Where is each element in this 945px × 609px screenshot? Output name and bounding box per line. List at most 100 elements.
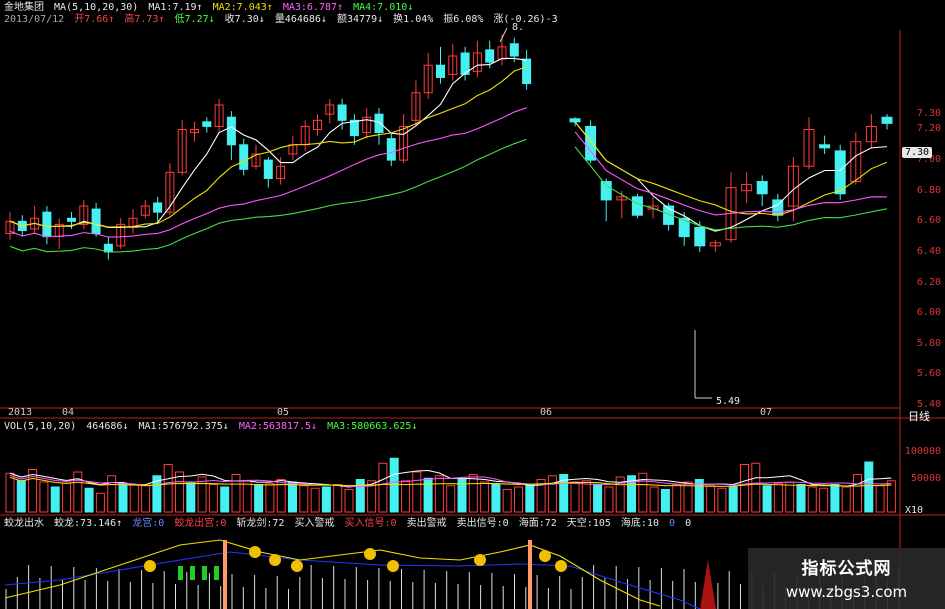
buy-signal-value: 买入信号:0: [344, 518, 397, 529]
volume-bar: [593, 484, 603, 513]
indicator-blue-line: [4, 551, 701, 609]
current-price-tag: 7.30: [902, 147, 933, 158]
volume-bar: [864, 461, 874, 513]
left-candle: [337, 104, 347, 121]
volume-bar: [468, 474, 478, 513]
volume-bar: [175, 471, 184, 513]
date-axis-label: 04: [62, 407, 75, 418]
volume-bar: [28, 469, 38, 513]
left-candle: [153, 202, 163, 213]
volume-bar: [73, 471, 83, 513]
volume-bar: [265, 482, 275, 513]
price-axis-label: 7.30: [916, 108, 941, 120]
period-button[interactable]: 日线: [908, 408, 930, 424]
volume-bar: [706, 485, 716, 513]
vol-ma3: MA3:580663.625↓: [327, 421, 418, 432]
smiley-icon: [474, 554, 486, 566]
volume-bar: [502, 489, 512, 513]
sell-signal-value: 卖出信号:0: [456, 518, 509, 529]
indicator-name[interactable]: 蛟龙出水: [4, 518, 44, 529]
volume-bar: [796, 484, 806, 513]
low-price-label: 5.49: [716, 396, 741, 407]
left-candle: [239, 144, 249, 170]
volume-bar: [446, 485, 456, 513]
smiley-icon: [364, 548, 376, 560]
smiley-icon: [269, 554, 281, 566]
volume-bar: [807, 486, 817, 513]
volume-bar: [660, 489, 670, 513]
volume-bar: [491, 484, 501, 513]
vol-value: 464686↓: [86, 421, 129, 432]
volume-bar: [841, 486, 851, 513]
red-signal-triangle: [700, 560, 716, 609]
volume-bar: [254, 484, 264, 513]
green-signal-bar: [202, 566, 207, 580]
longgong-value: 龙宫:0: [132, 518, 165, 529]
vol-unit: X10: [905, 505, 924, 516]
price-axis-label: 6.40: [916, 245, 941, 257]
green-signal-bar: [178, 566, 183, 580]
volume-bar: [95, 492, 105, 513]
volume-bar: [129, 484, 139, 513]
volume-bar: [355, 479, 365, 513]
volume-bar: [604, 486, 614, 513]
volume-bar: [773, 482, 783, 513]
date-axis-label: 2013: [8, 407, 33, 418]
left-candle: [522, 58, 532, 85]
right-candle: [881, 116, 893, 124]
left-candle: [42, 211, 52, 238]
volume-bar: [728, 486, 738, 513]
price-axis-label: 6.60: [916, 215, 941, 227]
left-candle: [67, 217, 76, 222]
volume-bar: [118, 482, 128, 513]
price-axis-label: 6.20: [916, 276, 941, 288]
watermark-url: www.zbgs3.com: [785, 583, 908, 601]
volume-bar: [321, 486, 331, 513]
stock-chart-screen: 金地集团 MA(5,10,20,30) MA1:7.19↑ MA2:7.043↑…: [0, 0, 945, 609]
vol-params: VOL(5,10,20): [4, 421, 77, 432]
volume-bar: [5, 472, 15, 513]
volume-bar: [875, 485, 885, 513]
volume-bar: [344, 489, 354, 513]
right-candle: [631, 196, 643, 216]
volume-bar: [740, 464, 749, 513]
volume-bar: [785, 481, 795, 513]
volume-bar: [401, 480, 410, 513]
volume-bar: [762, 485, 772, 513]
vol-axis-100000: 100000: [904, 446, 941, 457]
volume-bar: [717, 487, 727, 513]
haidi-value: 海底:10: [620, 518, 659, 529]
volume-bar: [514, 486, 523, 513]
smiley-icon: [144, 560, 156, 572]
date-axis-label: 05: [277, 407, 290, 418]
volume-bar: [389, 457, 399, 513]
smiley-icon: [555, 560, 567, 572]
right-candle: [819, 144, 831, 149]
extra-value-2: 0: [685, 518, 692, 529]
volume-bar: [107, 475, 117, 513]
price-axis-label: 6.80: [916, 184, 941, 196]
volume-bar: [649, 486, 659, 513]
vol-axis-50000: 50000: [910, 473, 941, 484]
volume-bar: [333, 484, 343, 513]
left-ma4-line: [9, 138, 527, 253]
peak-price-label: 8.: [512, 22, 525, 33]
volume-bar: [830, 484, 840, 513]
haimian-value: 海面:72: [518, 518, 557, 529]
green-signal-bar: [214, 566, 219, 580]
left-candle: [374, 113, 384, 134]
orange-signal-bar: [223, 540, 227, 609]
jiaolong-value: 蛟龙:73.146↑: [54, 518, 123, 529]
price-axis-label: 5.60: [916, 368, 941, 380]
volume-bar: [16, 480, 26, 513]
volume-bar: [186, 481, 196, 513]
left-candle: [386, 138, 396, 161]
volume-bar: [310, 487, 320, 513]
right-candle: [756, 181, 768, 195]
sell-warn-label: 卖出警戒: [406, 518, 447, 529]
volume-bar: [412, 471, 422, 513]
volume-bar: [242, 480, 252, 513]
left-ma1-line: [9, 57, 527, 228]
date-axis-label: 07: [760, 407, 773, 418]
right-candle: [600, 181, 612, 201]
